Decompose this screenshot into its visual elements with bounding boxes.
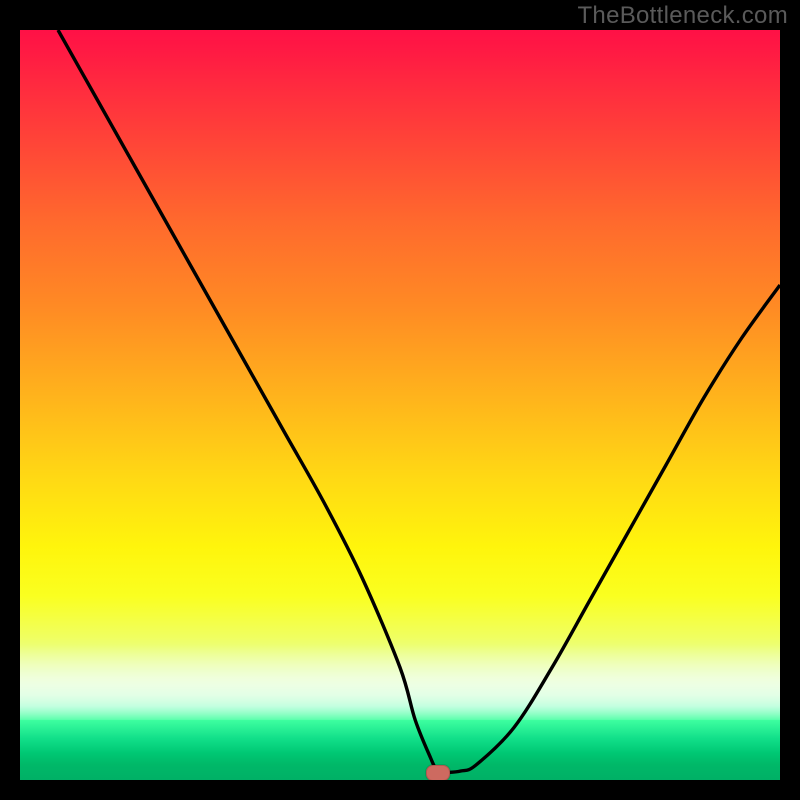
- watermark-text: TheBottleneck.com: [577, 2, 788, 30]
- curve-path: [58, 30, 780, 774]
- chart-frame: TheBottleneck.com: [0, 0, 800, 800]
- plot-area: [20, 30, 780, 780]
- minimum-marker-icon: [426, 765, 450, 781]
- bottleneck-curve: [20, 30, 780, 780]
